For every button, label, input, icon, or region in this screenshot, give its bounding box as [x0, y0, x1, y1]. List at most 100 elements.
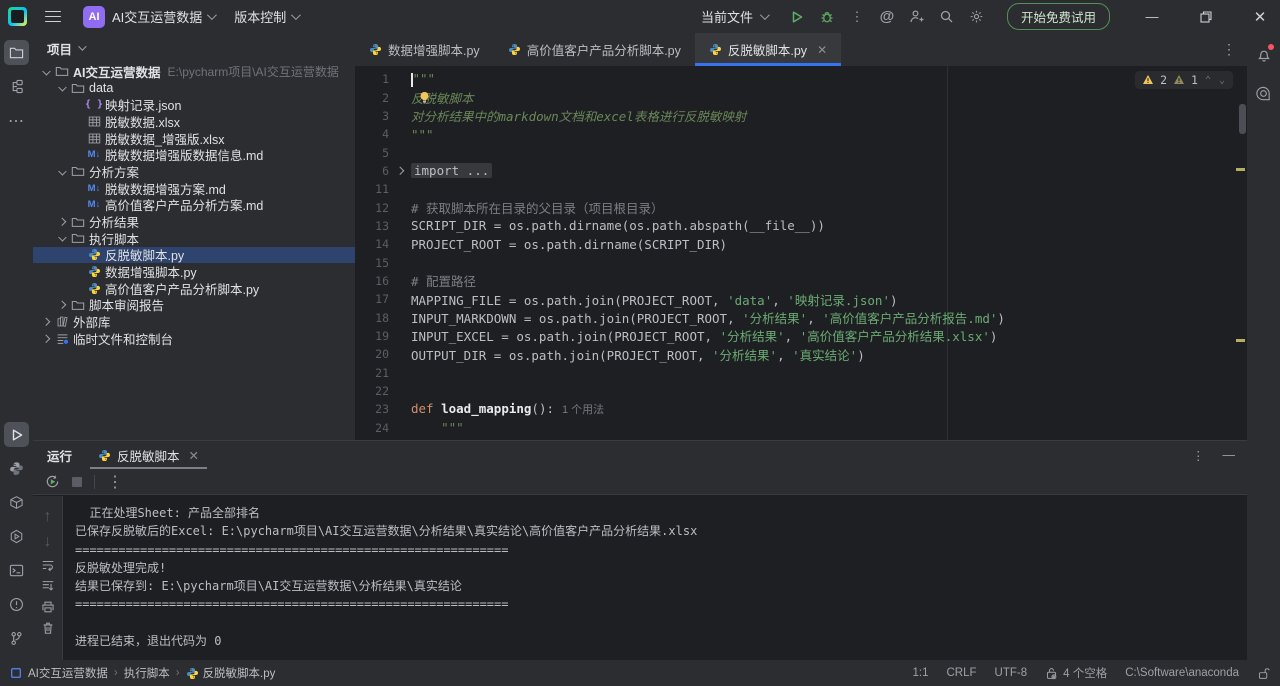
- tree-item[interactable]: 脱敏数据_增强版.xlsx: [33, 130, 355, 147]
- close-icon[interactable]: ✕: [189, 448, 199, 463]
- cursor-position[interactable]: 1:1: [912, 667, 928, 679]
- console-output[interactable]: 正在处理Sheet: 产品全部排名已保存反脱敏后的Excel: E:\pycha…: [63, 496, 1247, 660]
- project-tool-icon[interactable]: [4, 40, 29, 65]
- code-line[interactable]: 13SCRIPT_DIR = os.path.dirname(os.path.a…: [355, 217, 1247, 235]
- tree-item[interactable]: 临时文件和控制台: [33, 330, 355, 347]
- run-panel-options-kebab-icon[interactable]: ⋮: [1192, 448, 1205, 463]
- run-button[interactable]: [789, 9, 805, 25]
- code-line[interactable]: 24 """: [355, 419, 1247, 437]
- console-options-kebab-icon[interactable]: ⋮: [107, 472, 123, 492]
- editor-tab[interactable]: 数据增强脚本.py: [355, 33, 494, 66]
- clear-console-trash-icon[interactable]: [41, 621, 55, 635]
- project-selector[interactable]: AI AI交互运营数据: [75, 2, 222, 32]
- tree-item[interactable]: 数据增强脚本.py: [33, 263, 355, 280]
- code-line[interactable]: 14PROJECT_ROOT = os.path.dirname(SCRIPT_…: [355, 235, 1247, 253]
- more-tool-windows-icon[interactable]: ⋯: [4, 108, 29, 133]
- vcs-selector[interactable]: 版本控制: [226, 3, 306, 30]
- project-panel-header[interactable]: 项目: [33, 33, 355, 63]
- run-tab[interactable]: 反脱敏脚本 ✕: [86, 441, 211, 469]
- run-configuration-selector[interactable]: 当前文件: [693, 3, 775, 30]
- tree-item[interactable]: M↓脱敏数据增强版数据信息.md: [33, 146, 355, 163]
- code-line[interactable]: 12# 获取脚本所在目录的父目录（项目根目录）: [355, 198, 1247, 216]
- tree-item[interactable]: 脱敏数据.xlsx: [33, 113, 355, 130]
- ai-assistant-icon[interactable]: [1251, 81, 1276, 106]
- start-free-trial-button[interactable]: 开始免费试用: [1007, 3, 1110, 30]
- tab-options-kebab-icon[interactable]: ⋮: [1222, 41, 1237, 58]
- stop-button[interactable]: [72, 477, 82, 487]
- python-interpreter[interactable]: C:\Software\anaconda: [1125, 667, 1239, 679]
- code-line[interactable]: 20OUTPUT_DIR = os.path.join(PROJECT_ROOT…: [355, 345, 1247, 363]
- intention-bulb-icon[interactable]: [419, 91, 430, 104]
- tree-item[interactable]: 执行脚本: [33, 230, 355, 247]
- code-line[interactable]: 22: [355, 382, 1247, 400]
- code-line[interactable]: 11: [355, 180, 1247, 198]
- breadcrumb-item[interactable]: AI交互运营数据: [28, 665, 108, 681]
- version-control-tool-icon[interactable]: [4, 626, 29, 651]
- code-editor[interactable]: 2 1 ⌃ ⌄ 1"""2反脱敏脚本3对分析结果中的markdown文档和exc…: [355, 66, 1247, 440]
- line-separator[interactable]: CRLF: [946, 667, 976, 679]
- code-line[interactable]: 4""": [355, 125, 1247, 143]
- editor-tab[interactable]: 高价值客户产品分析脚本.py: [494, 33, 695, 66]
- unlocked-icon[interactable]: [1257, 667, 1270, 680]
- python-packages-tool-icon[interactable]: [4, 490, 29, 515]
- tree-item[interactable]: AI交互运营数据E:\pycharm项目\AI交互运营数据: [33, 63, 355, 80]
- tree-item[interactable]: 分析结果: [33, 213, 355, 230]
- up-stacktrace-icon[interactable]: ↑: [44, 508, 52, 526]
- code-line[interactable]: 16# 配置路径: [355, 272, 1247, 290]
- python-console-tool-icon[interactable]: [4, 456, 29, 481]
- code-line[interactable]: 15: [355, 253, 1247, 271]
- tree-item[interactable]: 反脱敏脚本.py: [33, 247, 355, 264]
- tree-item[interactable]: 高价值客户产品分析脚本.py: [33, 280, 355, 297]
- close-icon[interactable]: ✕: [817, 43, 827, 57]
- chevron-right-icon[interactable]: [39, 319, 53, 325]
- indent-style[interactable]: 4 个空格: [1045, 665, 1107, 681]
- tree-item[interactable]: { }映射记录.json: [33, 96, 355, 113]
- breadcrumb-item[interactable]: 反脱敏脚本.py: [203, 665, 276, 681]
- ai-chat-icon[interactable]: @: [879, 9, 895, 25]
- chevron-down-icon[interactable]: [55, 235, 69, 241]
- code-line[interactable]: 1""": [355, 70, 1247, 88]
- print-icon[interactable]: [41, 600, 55, 614]
- window-restore-button[interactable]: [1186, 0, 1226, 33]
- settings-gear-icon[interactable]: [969, 9, 985, 25]
- main-menu-icon[interactable]: [45, 11, 61, 23]
- code-line[interactable]: 18INPUT_MARKDOWN = os.path.join(PROJECT_…: [355, 308, 1247, 326]
- soft-wrap-icon[interactable]: [41, 558, 55, 572]
- code-line[interactable]: 21: [355, 364, 1247, 382]
- down-stacktrace-icon[interactable]: ↓: [44, 533, 52, 551]
- tree-item[interactable]: M↓脱敏数据增强方案.md: [33, 180, 355, 197]
- more-actions-kebab-icon[interactable]: ⋮: [849, 9, 865, 25]
- tree-item[interactable]: 分析方案: [33, 163, 355, 180]
- rerun-button[interactable]: [45, 474, 60, 489]
- tree-item[interactable]: M↓高价值客户产品分析方案.md: [33, 197, 355, 214]
- tree-item[interactable]: data: [33, 80, 355, 97]
- problems-tool-icon[interactable]: [4, 592, 29, 617]
- code-line[interactable]: 3对分析结果中的markdown文档和excel表格进行反脱敏映射: [355, 107, 1247, 125]
- fold-indicator-icon[interactable]: [389, 168, 411, 174]
- window-close-button[interactable]: ✕: [1240, 0, 1280, 33]
- tree-item[interactable]: 脚本审阅报告: [33, 297, 355, 314]
- add-user-icon[interactable]: [909, 9, 925, 25]
- structure-tool-icon[interactable]: [4, 74, 29, 99]
- scroll-to-end-icon[interactable]: [41, 579, 55, 593]
- code-line[interactable]: 19INPUT_EXCEL = os.path.join(PROJECT_ROO…: [355, 327, 1247, 345]
- window-minimize-button[interactable]: —: [1132, 0, 1172, 33]
- code-line[interactable]: 5: [355, 143, 1247, 161]
- editor-tab[interactable]: 反脱敏脚本.py✕: [695, 33, 841, 66]
- chevron-right-icon[interactable]: [39, 336, 53, 342]
- terminal-tool-icon[interactable]: [4, 558, 29, 583]
- run-tool-icon[interactable]: [4, 422, 29, 447]
- chevron-down-icon[interactable]: [55, 169, 69, 175]
- chevron-down-icon[interactable]: [39, 69, 53, 75]
- code-line[interactable]: 23def load_mapping():1 个用法: [355, 400, 1247, 418]
- debug-button[interactable]: [819, 9, 835, 25]
- services-tool-icon[interactable]: [4, 524, 29, 549]
- chevron-right-icon[interactable]: [55, 219, 69, 225]
- chevron-right-icon[interactable]: [55, 302, 69, 308]
- tree-item[interactable]: 外部库: [33, 313, 355, 330]
- notifications-bell-icon[interactable]: [1251, 42, 1276, 67]
- code-line[interactable]: 6import ...: [355, 162, 1247, 180]
- run-panel-minimize-icon[interactable]: —: [1223, 448, 1236, 462]
- search-icon[interactable]: [939, 9, 955, 25]
- code-line[interactable]: 17MAPPING_FILE = os.path.join(PROJECT_RO…: [355, 290, 1247, 308]
